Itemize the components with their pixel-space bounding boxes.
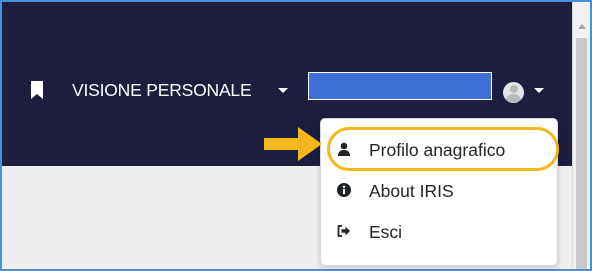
user-name-field [308,72,492,100]
scrollbar-thumb[interactable] [576,38,587,269]
menu-item-about-iris[interactable]: About IRIS [321,172,557,210]
screenshot-frame: VISIONE PERSONALE Profilo anagrafico Abo… [0,0,592,271]
sign-out-icon [337,225,350,237]
info-circle-icon [337,183,351,197]
user-avatar-icon[interactable] [503,82,524,103]
vertical-scrollbar[interactable] [572,2,590,269]
bookmark-icon[interactable] [30,81,44,99]
scroll-up-arrow-icon[interactable] [578,24,586,29]
caret-down-icon[interactable] [278,88,288,93]
menu-item-label: About IRIS [369,181,454,201]
user-menu-caret-icon[interactable] [534,88,544,93]
visione-personale-menu[interactable]: VISIONE PERSONALE [72,80,252,100]
arrow-right-icon [264,127,322,161]
menu-item-esci[interactable]: Esci [321,213,557,251]
highlight-ring [327,127,559,171]
menu-item-label: Esci [369,222,403,242]
